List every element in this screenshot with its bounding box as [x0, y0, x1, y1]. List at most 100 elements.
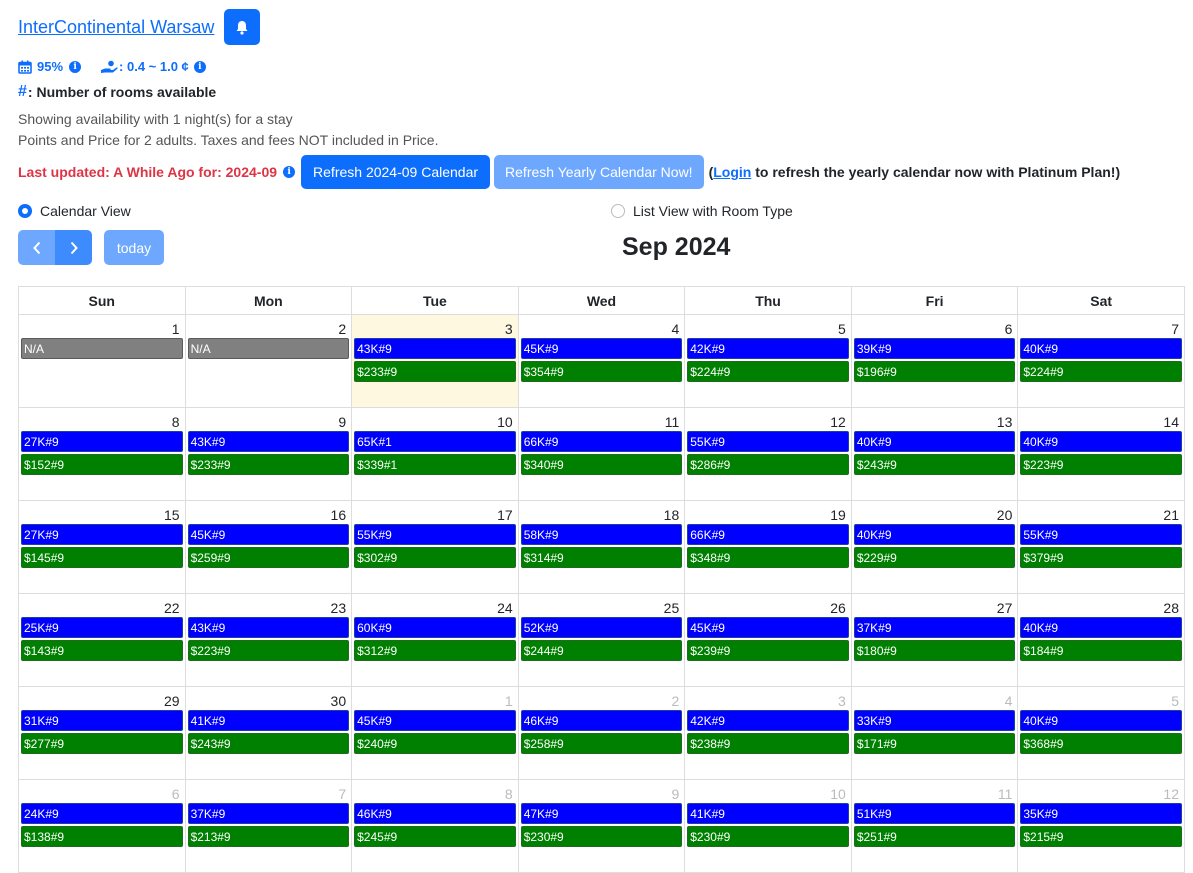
cash-rate-event[interactable]: $229#9 [853, 547, 1016, 568]
day-cell[interactable]: 5 40K#9 $368#9 [1017, 686, 1185, 780]
day-cell[interactable]: 1 N/A [18, 314, 186, 408]
points-rate-event[interactable]: 40K#9 [853, 431, 1016, 452]
value-info-icon[interactable]: i [193, 60, 206, 73]
cash-rate-event[interactable]: $258#9 [520, 733, 683, 754]
day-cell[interactable]: 7 40K#9 $224#9 [1017, 314, 1185, 408]
login-link[interactable]: Login [713, 164, 751, 180]
cash-rate-event[interactable]: $240#9 [354, 733, 516, 754]
cash-rate-event[interactable]: $215#9 [1020, 826, 1182, 847]
points-rate-event[interactable]: 51K#9 [853, 803, 1016, 824]
day-cell[interactable]: 29 31K#9 $277#9 [18, 686, 186, 780]
day-cell[interactable]: 10 41K#9 $230#9 [684, 779, 852, 873]
day-cell[interactable]: 8 46K#9 $245#9 [351, 779, 519, 873]
points-rate-event[interactable]: 65K#1 [354, 431, 516, 452]
calendar-view-radio[interactable] [18, 204, 32, 218]
points-rate-event[interactable]: 27K#9 [21, 524, 183, 545]
points-rate-event[interactable]: 41K#9 [687, 803, 849, 824]
day-cell[interactable]: 12 55K#9 $286#9 [684, 407, 852, 501]
day-cell[interactable]: 13 40K#9 $243#9 [850, 407, 1019, 501]
refresh-year-button[interactable]: Refresh Yearly Calendar Now! [494, 155, 704, 189]
points-rate-event[interactable]: 31K#9 [21, 710, 183, 731]
notify-button[interactable] [224, 9, 261, 45]
day-cell[interactable]: 21 55K#9 $379#9 [1017, 500, 1185, 594]
points-rate-event[interactable]: 55K#9 [354, 524, 516, 545]
day-cell[interactable]: 30 41K#9 $243#9 [184, 686, 353, 780]
day-cell[interactable]: 14 40K#9 $223#9 [1017, 407, 1185, 501]
cash-rate-event[interactable]: $145#9 [21, 547, 183, 568]
points-rate-event[interactable]: 35K#9 [1020, 803, 1182, 824]
cash-rate-event[interactable]: $354#9 [520, 361, 683, 382]
points-rate-event[interactable]: 27K#9 [21, 431, 183, 452]
prev-month-button[interactable] [18, 230, 55, 265]
cash-rate-event[interactable]: $213#9 [187, 826, 350, 847]
next-month-button[interactable] [55, 230, 92, 265]
points-rate-event[interactable]: 37K#9 [187, 803, 350, 824]
day-cell[interactable]: 20 40K#9 $229#9 [850, 500, 1019, 594]
calendar-view-option[interactable]: Calendar View [18, 203, 131, 219]
points-rate-event[interactable]: 55K#9 [687, 431, 849, 452]
day-cell[interactable]: 23 43K#9 $223#9 [184, 593, 353, 687]
day-cell[interactable]: 22 25K#9 $143#9 [18, 593, 186, 687]
points-rate-event[interactable]: 45K#9 [187, 524, 350, 545]
cash-rate-event[interactable]: $223#9 [1020, 454, 1182, 475]
day-cell[interactable]: 12 35K#9 $215#9 [1017, 779, 1185, 873]
cash-rate-event[interactable]: $259#9 [187, 547, 350, 568]
day-cell[interactable]: 27 37K#9 $180#9 [850, 593, 1019, 687]
day-cell[interactable]: 18 58K#9 $314#9 [517, 500, 686, 594]
cash-rate-event[interactable]: $238#9 [687, 733, 849, 754]
cash-rate-event[interactable]: $368#9 [1020, 733, 1182, 754]
points-rate-event[interactable]: 33K#9 [853, 710, 1016, 731]
cash-rate-event[interactable]: $340#9 [520, 454, 683, 475]
points-rate-event[interactable]: 40K#9 [1020, 431, 1182, 452]
points-rate-event[interactable]: 52K#9 [520, 617, 683, 638]
day-cell[interactable]: 4 45K#9 $354#9 [517, 314, 686, 408]
points-rate-event[interactable]: 25K#9 [21, 617, 183, 638]
points-rate-event[interactable]: 55K#9 [1020, 524, 1182, 545]
points-rate-event[interactable]: 66K#9 [687, 524, 849, 545]
cash-rate-event[interactable]: $184#9 [1020, 640, 1182, 661]
day-cell[interactable]: 2 N/A [184, 314, 353, 408]
unavailable-event[interactable]: N/A [21, 338, 183, 359]
cash-rate-event[interactable]: $243#9 [187, 733, 350, 754]
points-rate-event[interactable]: 66K#9 [520, 431, 683, 452]
cash-rate-event[interactable]: $230#9 [520, 826, 683, 847]
cash-rate-event[interactable]: $224#9 [1020, 361, 1182, 382]
cash-rate-event[interactable]: $379#9 [1020, 547, 1182, 568]
day-cell[interactable]: 11 51K#9 $251#9 [850, 779, 1019, 873]
cash-rate-event[interactable]: $251#9 [853, 826, 1016, 847]
day-cell[interactable]: 3 42K#9 $238#9 [684, 686, 852, 780]
day-cell[interactable]: 5 42K#9 $224#9 [684, 314, 852, 408]
day-cell[interactable]: 4 33K#9 $171#9 [850, 686, 1019, 780]
cash-rate-event[interactable]: $312#9 [354, 640, 516, 661]
day-cell[interactable]: 24 60K#9 $312#9 [351, 593, 519, 687]
points-rate-event[interactable]: 45K#9 [687, 617, 849, 638]
today-button[interactable]: today [104, 230, 164, 265]
cash-rate-event[interactable]: $233#9 [354, 361, 516, 382]
points-rate-event[interactable]: 41K#9 [187, 710, 350, 731]
cash-rate-event[interactable]: $138#9 [21, 826, 183, 847]
points-rate-event[interactable]: 47K#9 [520, 803, 683, 824]
day-cell[interactable]: 2 46K#9 $258#9 [517, 686, 686, 780]
hotel-name-link[interactable]: InterContinental Warsaw [18, 17, 214, 38]
day-cell[interactable]: 25 52K#9 $244#9 [517, 593, 686, 687]
cash-rate-event[interactable]: $180#9 [853, 640, 1016, 661]
day-cell[interactable]: 26 45K#9 $239#9 [684, 593, 852, 687]
points-rate-event[interactable]: 45K#9 [520, 338, 683, 359]
day-cell[interactable]: 8 27K#9 $152#9 [18, 407, 186, 501]
day-cell[interactable]: 9 47K#9 $230#9 [517, 779, 686, 873]
occupancy-info-icon[interactable]: i [69, 60, 82, 73]
cash-rate-event[interactable]: $143#9 [21, 640, 183, 661]
points-rate-event[interactable]: 40K#9 [1020, 710, 1182, 731]
cash-rate-event[interactable]: $171#9 [853, 733, 1016, 754]
day-cell[interactable]: 19 66K#9 $348#9 [684, 500, 852, 594]
points-rate-event[interactable]: 43K#9 [187, 617, 350, 638]
points-rate-event[interactable]: 46K#9 [354, 803, 516, 824]
cash-rate-event[interactable]: $244#9 [520, 640, 683, 661]
points-rate-event[interactable]: 40K#9 [853, 524, 1016, 545]
points-rate-event[interactable]: 60K#9 [354, 617, 516, 638]
points-rate-event[interactable]: 39K#9 [853, 338, 1016, 359]
points-rate-event[interactable]: 45K#9 [354, 710, 516, 731]
day-cell[interactable]: 3 43K#9 $233#9 [351, 314, 519, 408]
cash-rate-event[interactable]: $314#9 [520, 547, 683, 568]
day-cell[interactable]: 1 45K#9 $240#9 [351, 686, 519, 780]
